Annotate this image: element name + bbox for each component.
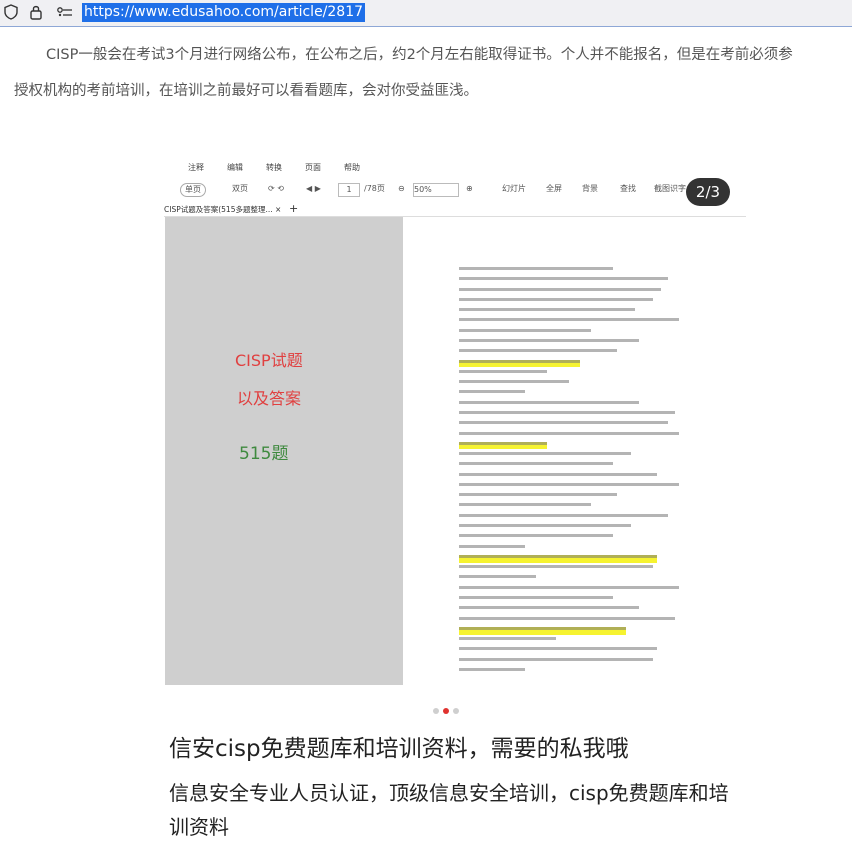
document-line xyxy=(459,534,613,542)
document-line xyxy=(459,616,675,625)
pdf-app-toolbar: 单页 双页 ⟳ ⟲ ◀ ▶ 1 /78页 ⊖ 50% ⊕ 幻灯片 全屏 背景 查… xyxy=(146,178,746,200)
document-line xyxy=(459,441,547,450)
document-line xyxy=(459,637,556,645)
shield-icon[interactable] xyxy=(3,4,19,20)
zoom-in-icon: ⊕ xyxy=(466,184,473,193)
document-line xyxy=(459,338,640,347)
document-line xyxy=(459,452,631,460)
document-line xyxy=(459,267,613,275)
document-line xyxy=(459,287,662,296)
document-line xyxy=(459,349,618,357)
page-nav-icon: ◀ ▶ xyxy=(306,184,321,193)
document-line xyxy=(459,308,635,316)
screenshot-button: 截图识字 xyxy=(654,184,686,193)
document-line xyxy=(459,554,657,563)
menu-item: 帮助 xyxy=(344,163,360,172)
pdf-cover-pane: CISP试题 以及答案 515题 xyxy=(165,217,403,685)
document-line xyxy=(459,657,653,666)
document-line xyxy=(459,647,657,655)
document-line xyxy=(459,544,525,553)
rotate-icon: ⟳ ⟲ xyxy=(268,184,284,193)
slideshow-button: 幻灯片 xyxy=(502,184,526,193)
document-line xyxy=(459,421,668,429)
menu-item: 编辑 xyxy=(227,163,243,172)
browser-address-bar: https://www.edusahoo.com/article/2817 xyxy=(0,0,852,27)
menu-item: 页面 xyxy=(305,163,321,172)
permissions-icon[interactable] xyxy=(56,4,72,20)
cover-title: CISP试题 xyxy=(235,351,303,370)
document-line xyxy=(459,380,569,388)
background-button: 背景 xyxy=(582,184,598,193)
zoom-select: 50% xyxy=(413,183,459,197)
document-line xyxy=(459,575,536,583)
carousel-dot-active[interactable] xyxy=(443,707,449,714)
document-line xyxy=(459,493,618,501)
document-line xyxy=(459,410,675,419)
pdf-tab-bar: CISP试题及答案(515多题整理... × + xyxy=(164,202,746,217)
document-line xyxy=(459,606,640,614)
post-title: 信安cisp免费题库和培训资料，需要的私我哦 xyxy=(169,736,629,762)
single-page-button: 单页 xyxy=(180,183,206,197)
find-button: 查找 xyxy=(620,184,636,193)
pdf-document-page xyxy=(403,217,746,692)
document-line xyxy=(459,667,525,676)
post-subtitle: 信息安全专业人员认证，顶级信息安全培训，cisp免费题库和培训资料 xyxy=(169,781,729,839)
document-line xyxy=(459,369,547,378)
carousel-dot[interactable] xyxy=(433,707,439,714)
lock-icon[interactable] xyxy=(28,4,44,20)
document-line xyxy=(459,503,591,511)
document-line xyxy=(459,359,580,368)
image-carousel[interactable]: 注释 编辑 转换 页面 帮助 单页 双页 ⟳ ⟲ ◀ ▶ 1 /78页 ⊖ 50… xyxy=(146,140,746,715)
article-paragraph: CISP一般会在考试3个月进行网络公布，在公布之后，约2个月左右能取得证书。个人… xyxy=(14,38,852,108)
article-paragraph-line2: 授权机构的考前培训，在培训之前最好可以看看题库，会对你受益匪浅。 xyxy=(14,83,478,99)
zoom-out-icon: ⊖ xyxy=(398,184,405,193)
carousel-dots xyxy=(146,700,746,714)
article-paragraph-line1: CISP一般会在考试3个月进行网络公布，在公布之后，约2个月左右能取得证书。个人… xyxy=(46,47,793,63)
double-page-button: 双页 xyxy=(232,184,248,193)
document-line xyxy=(459,297,653,306)
menu-item: 转换 xyxy=(266,163,282,172)
document-line xyxy=(459,318,679,326)
menu-item: 注释 xyxy=(188,163,204,172)
document-line xyxy=(459,513,668,522)
url-field[interactable]: https://www.edusahoo.com/article/2817 xyxy=(82,3,366,22)
document-line xyxy=(459,482,679,491)
cover-count: 515题 xyxy=(239,444,289,464)
plus-icon: + xyxy=(289,202,299,215)
document-line xyxy=(459,462,613,470)
page-total: /78页 xyxy=(364,184,385,193)
document-line xyxy=(459,277,668,285)
document-line xyxy=(459,390,525,398)
document-line xyxy=(459,328,591,337)
document-line xyxy=(459,565,653,573)
page-input: 1 xyxy=(338,183,360,197)
pdf-tab: CISP试题及答案(515多题整理... × xyxy=(164,205,282,214)
document-text-lines xyxy=(459,265,679,678)
document-line xyxy=(459,472,657,481)
carousel-slide[interactable]: 注释 编辑 转换 页面 帮助 单页 双页 ⟳ ⟲ ◀ ▶ 1 /78页 ⊖ 50… xyxy=(146,140,746,692)
document-line xyxy=(459,585,679,594)
document-line xyxy=(459,596,613,604)
fullscreen-button: 全屏 xyxy=(546,184,562,193)
document-line xyxy=(459,431,679,440)
carousel-dot[interactable] xyxy=(453,707,459,714)
slide-counter-badge: 2/3 xyxy=(686,178,730,206)
document-line xyxy=(459,400,640,409)
pdf-app-menubar: 注释 编辑 转换 页面 帮助 xyxy=(146,158,746,176)
cover-subtitle: 以及答案 xyxy=(237,389,302,408)
document-line xyxy=(459,626,627,635)
document-line xyxy=(459,524,631,532)
